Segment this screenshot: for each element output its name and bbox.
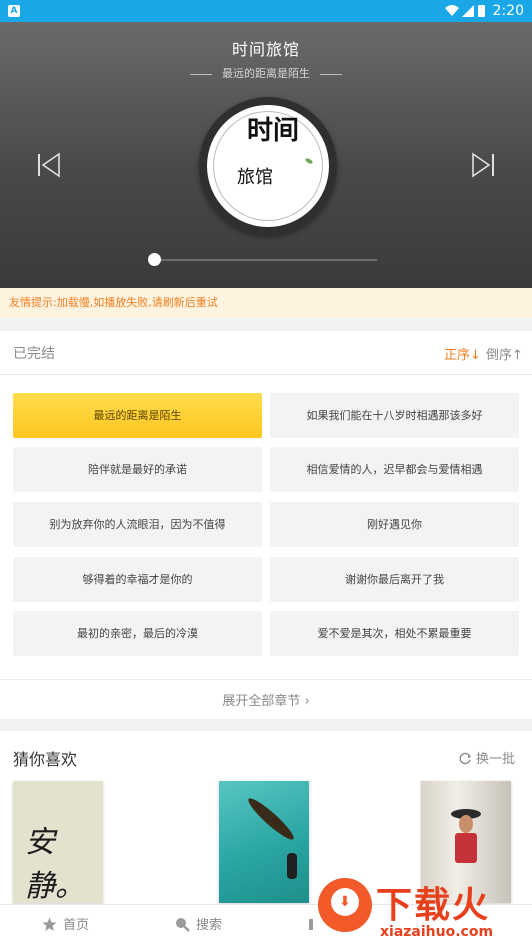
menu-icon [309,919,313,930]
download-arrow-icon: ⬇ [339,894,351,910]
status-bar: A 2:20 [0,0,532,22]
nav-home[interactable]: 首页 [42,905,89,946]
chapter-item[interactable]: 相信爱情的人，迟早都会与爱情相遇 [270,447,519,492]
wifi-icon [445,5,459,16]
chapter-item[interactable]: 最远的距离是陌生 [13,393,262,438]
cover-calligraphy-secondary: 旅馆 [237,167,273,188]
watermark: ⬇ 下载火 xiazaihuo.com [318,872,532,946]
person-image [287,853,297,879]
search-icon [176,918,190,932]
divider-line [190,73,212,75]
nav-search[interactable]: 搜索 [175,905,222,946]
album-cover-art: 时间 旅馆 [207,105,329,227]
expand-all-chapters-button[interactable]: 展开全部章节 › [0,679,532,719]
album-cover-disc[interactable]: 时间 旅馆 [199,97,337,235]
progress-handle[interactable] [148,253,161,266]
section-title: 猜你喜欢 [13,750,78,769]
completion-status: 已完结 [13,346,55,362]
recommended-book-cover[interactable] [219,781,309,903]
chapter-panel: 已完结 正序↓ 倒序↑ 最远的距离是陌生 如果我们能在十八岁时相遇那该多好 陪伴… [0,331,532,719]
now-playing-subtitle: 最远的距离是陌生 [0,65,532,81]
head-image [459,815,473,833]
chapter-item[interactable]: 爱不爱是其次，相处不累最重要 [270,611,519,656]
nav-home-label: 首页 [63,918,90,933]
dress-image [455,833,477,863]
sort-descending-button[interactable]: 倒序↑ [486,344,523,363]
chapter-item[interactable]: 别为放弃你的人流眼泪，因为不值得 [13,502,262,547]
divider-line [320,73,342,75]
notice-banner: 友情提示:加载慢,如播放失败,请刷新后重试 [0,288,532,318]
album-title: 时间旅馆 [231,40,300,59]
system-status-icons [445,5,485,17]
chapter-item[interactable]: 陪伴就是最好的承诺 [13,447,262,492]
chapter-item[interactable]: 最初的亲密，最后的冷漠 [13,611,262,656]
chapter-header: 已完结 正序↓ 倒序↑ [0,331,532,375]
cover-calligraphy: 时间 [247,116,300,146]
skip-next-icon[interactable] [471,152,495,178]
nav-search-label: 搜索 [196,918,223,933]
star-icon [42,917,57,931]
cover-title-art: 安静。 [25,825,85,903]
recommended-book-cover[interactable]: 安静。 [13,781,103,903]
refresh-icon [459,752,471,765]
watermark-url: xiazaihuo.com [380,924,494,940]
boat-image [244,794,298,844]
skip-previous-icon[interactable] [37,152,61,178]
signal-icon [462,5,474,17]
chapter-item[interactable]: 如果我们能在十八岁时相遇那该多好 [270,393,519,438]
chapter-item[interactable]: 谢谢你最后离开了我 [270,557,519,602]
refresh-button[interactable]: 换一批 [459,748,515,767]
progress-bar[interactable] [148,253,377,266]
audio-player: 时间旅馆 最远的距离是陌生 时间 旅馆 [0,22,532,288]
clock: 2:20 [492,3,524,19]
chapter-item[interactable]: 刚好遇见你 [270,502,519,547]
battery-icon [478,5,485,17]
refresh-label: 换一批 [476,752,516,767]
watermark-brand: 下载火 [376,885,491,926]
chapter-item[interactable]: 够得着的幸福才是你的 [13,557,262,602]
app-notification-icon: A [8,5,20,17]
watermark-logo: ⬇ [318,878,372,932]
sort-ascending-button[interactable]: 正序↓ [444,344,481,363]
now-playing-chapter: 最远的距离是陌生 [222,67,310,80]
